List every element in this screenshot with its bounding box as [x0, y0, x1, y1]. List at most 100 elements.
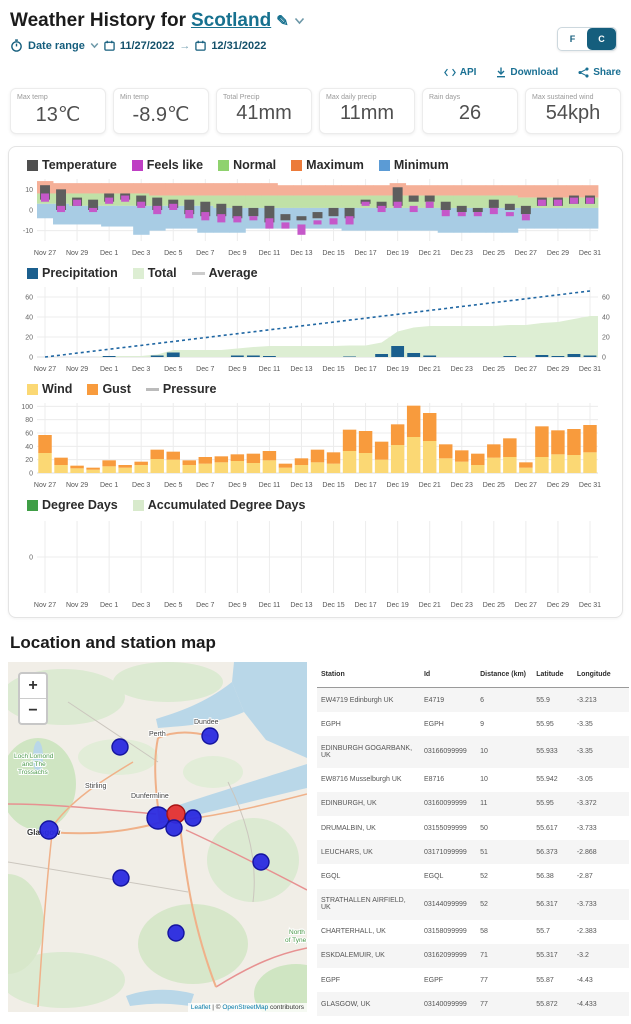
table-cell: 55.7 [532, 920, 573, 944]
precipitation-chart[interactable]: 02040600204060Nov 27Nov 29Dec 1Dec 3Dec … [11, 281, 624, 377]
table-row[interactable]: EGPHEGPH955.95-3.35 [317, 712, 629, 736]
table-row[interactable]: LEUCHARS, UK031710999995156.373-2.868 [317, 840, 629, 864]
svg-text:Dec 17: Dec 17 [354, 366, 376, 373]
api-link[interactable]: API [444, 67, 477, 78]
celsius-button[interactable]: C [587, 28, 616, 50]
station-marker[interactable] [40, 821, 58, 839]
stat-value: 13℃ [17, 102, 99, 127]
table-cell: EGPH [317, 712, 420, 736]
table-row[interactable]: EW4719 Edinburgh UKE4719655.9-3.213 [317, 688, 629, 713]
svg-text:Dec 29: Dec 29 [547, 602, 569, 609]
wind-legend: WindGustPressure [27, 382, 620, 396]
column-header[interactable]: Latitude [532, 662, 573, 688]
share-label: Share [593, 67, 621, 78]
wind-chart[interactable]: 020406080100Nov 27Nov 29Dec 1Dec 3Dec 5D… [11, 397, 624, 493]
svg-text:Dec 17: Dec 17 [354, 250, 376, 257]
legend-line-swatch [146, 388, 159, 391]
table-row[interactable]: GLASGOW, UK031400999997755.872-4.433 [317, 992, 629, 1016]
precipitation-legend: PrecipitationTotalAverage [27, 266, 620, 280]
share-link[interactable]: Share [578, 67, 621, 78]
station-marker[interactable] [166, 820, 182, 836]
zoom-out-button[interactable]: − [20, 699, 46, 723]
temperature-chart[interactable]: -10010Nov 27Nov 29Dec 1Dec 3Dec 5Dec 7De… [11, 173, 624, 261]
station-map[interactable]: DundeePerthStirlingDunfermlineGlasgowLoc… [8, 662, 307, 1012]
degree-days-chart[interactable]: 0Nov 27Nov 29Dec 1Dec 3Dec 5Dec 7Dec 9De… [11, 513, 624, 613]
table-row[interactable]: EGPFEGPF7755.87-4.43 [317, 968, 629, 992]
table-cell: 58 [476, 920, 532, 944]
map-canvas[interactable]: DundeePerthStirlingDunfermlineGlasgowLoc… [8, 662, 307, 1012]
start-date[interactable]: 11/27/2022 [120, 40, 174, 52]
table-cell: E4719 [420, 688, 476, 713]
table-cell: 55.617 [532, 816, 573, 840]
svg-text:Dec 3: Dec 3 [132, 602, 150, 609]
column-header[interactable]: Id [420, 662, 476, 688]
station-marker[interactable] [202, 728, 218, 744]
end-date[interactable]: 12/31/2022 [211, 40, 266, 52]
station-marker[interactable] [168, 925, 184, 941]
column-header[interactable]: Distance (km) [476, 662, 532, 688]
date-range-label[interactable]: Date range [28, 40, 85, 52]
legend-label: Wind [42, 382, 72, 396]
svg-text:Dec 5: Dec 5 [164, 602, 182, 609]
legend-label: Accumulated Degree Days [148, 498, 306, 512]
zoom-in-button[interactable]: + [20, 674, 46, 699]
svg-text:Dec 27: Dec 27 [515, 366, 537, 373]
table-cell: EGPF [317, 968, 420, 992]
station-marker[interactable] [185, 810, 201, 826]
svg-text:Dec 9: Dec 9 [228, 366, 246, 373]
svg-text:Dec 1: Dec 1 [100, 366, 118, 373]
stat-card: Max daily precip11mm [319, 88, 415, 134]
map-place-label: Perth [149, 731, 166, 738]
svg-text:Nov 27: Nov 27 [34, 602, 56, 609]
svg-text:Dec 9: Dec 9 [228, 482, 246, 489]
title-prefix: Weather History for [10, 10, 186, 32]
leaflet-link[interactable]: Leaflet [191, 1004, 211, 1011]
legend-swatch [291, 160, 302, 171]
svg-text:Nov 29: Nov 29 [66, 366, 88, 373]
table-row[interactable]: CHARTERHALL, UK031580999995855.7-2.383 [317, 920, 629, 944]
column-header[interactable]: Station [317, 662, 420, 688]
table-cell: -3.2 [573, 944, 629, 968]
table-cell: 56.38 [532, 864, 573, 888]
svg-text:Dec 9: Dec 9 [228, 602, 246, 609]
station-marker[interactable] [112, 739, 128, 755]
table-cell: -4.433 [573, 992, 629, 1016]
table-cell: -3.35 [573, 736, 629, 767]
table-row[interactable]: DRUMALBIN, UK031550999995055.617-3.733 [317, 816, 629, 840]
table-row[interactable]: STRATHALLEN AIRFIELD, UK031440999995256.… [317, 889, 629, 920]
table-cell: -3.733 [573, 889, 629, 920]
stat-value: 54kph [532, 102, 614, 125]
osm-link[interactable]: OpenStreetMap [222, 1004, 268, 1011]
svg-text:Dec 23: Dec 23 [451, 366, 473, 373]
svg-text:Nov 29: Nov 29 [66, 602, 88, 609]
api-label: API [460, 67, 477, 78]
table-row[interactable]: EDINBURGH GOGARBANK, UK031660999991055.9… [317, 736, 629, 767]
svg-text:Dec 19: Dec 19 [387, 366, 409, 373]
svg-text:Dec 13: Dec 13 [290, 250, 312, 257]
column-header[interactable]: Longitude [573, 662, 629, 688]
download-link[interactable]: Download [496, 67, 558, 78]
table-row[interactable]: ESKDALEMUIR, UK031620999997155.317-3.2 [317, 944, 629, 968]
map-place-label: Loch Lomond [14, 753, 54, 760]
svg-text:Dec 3: Dec 3 [132, 250, 150, 257]
table-row[interactable]: EGQLEGQL5256.38-2.87 [317, 864, 629, 888]
svg-text:Dec 21: Dec 21 [419, 250, 441, 257]
table-row[interactable]: EDINBURGH, UK031600999991155.95-3.372 [317, 792, 629, 816]
table-cell: 11 [476, 792, 532, 816]
chevron-down-icon[interactable] [90, 42, 99, 49]
table-row[interactable]: EW8716 Musselburgh UKE87161055.942-3.05 [317, 768, 629, 792]
chevron-down-icon[interactable] [294, 17, 305, 25]
station-marker[interactable] [253, 854, 269, 870]
legend-label: Degree Days [42, 498, 118, 512]
location-link[interactable]: Scotland [191, 10, 271, 32]
table-cell: 55.933 [532, 736, 573, 767]
station-marker[interactable] [113, 870, 129, 886]
table-cell: 56.317 [532, 889, 573, 920]
fahrenheit-button[interactable]: F [558, 28, 587, 50]
table-cell: 03155099999 [420, 816, 476, 840]
table-cell: -2.383 [573, 920, 629, 944]
legend-swatch [132, 160, 143, 171]
svg-text:Dec 31: Dec 31 [579, 602, 601, 609]
table-cell: 03160099999 [420, 792, 476, 816]
pencil-icon[interactable]: ✎ [276, 12, 289, 30]
